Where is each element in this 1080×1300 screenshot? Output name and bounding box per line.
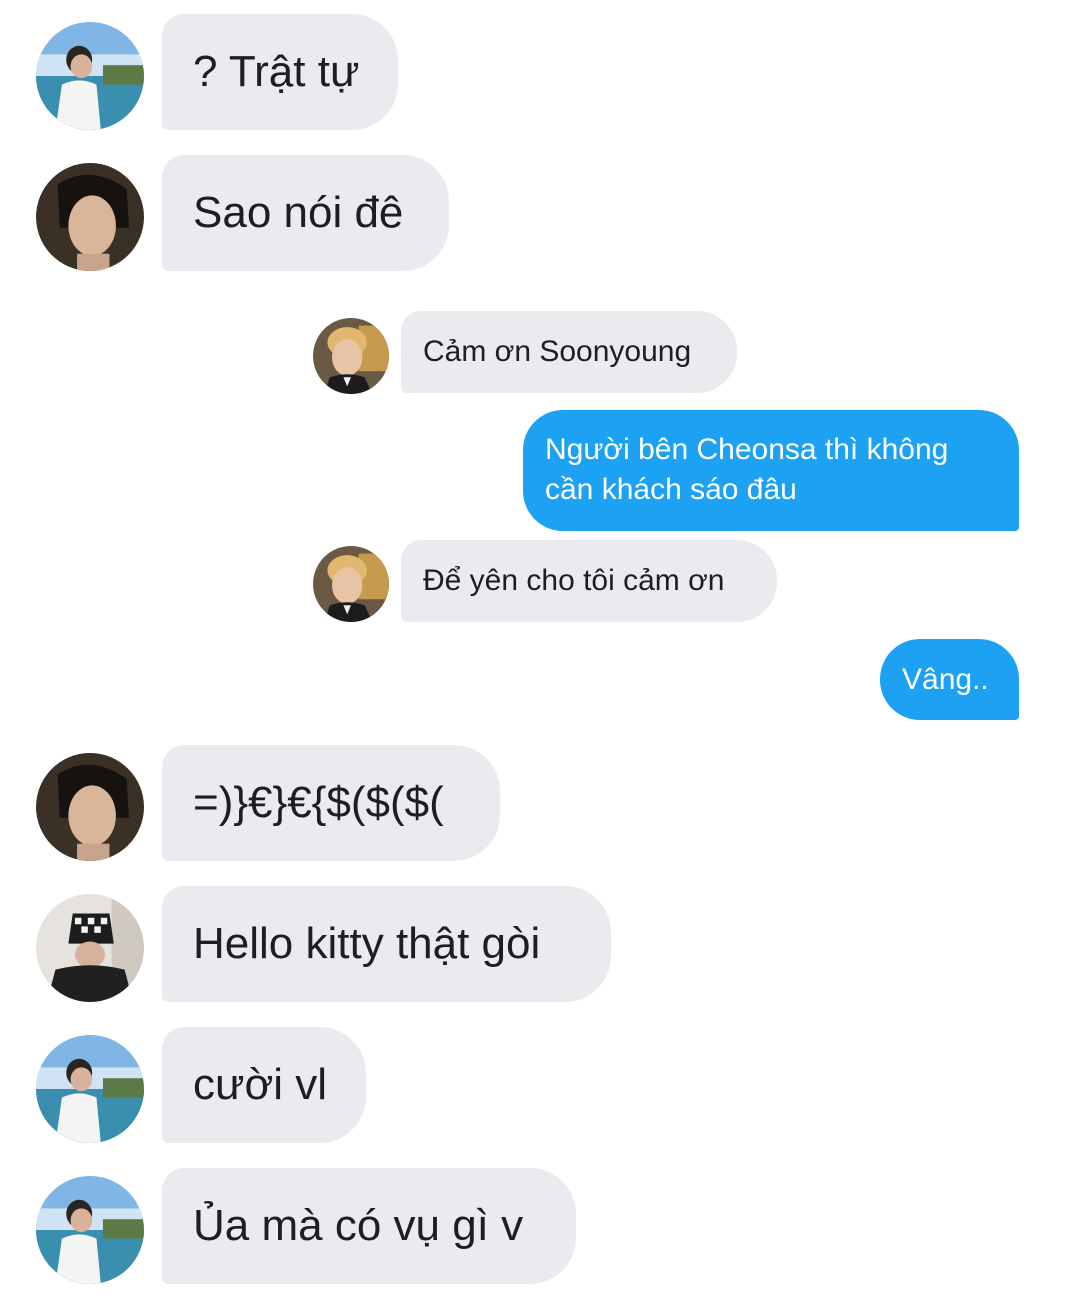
outgoing-message-bubble[interactable]: Người bên Cheonsa thì không cần khách sá… xyxy=(523,410,1019,531)
message-bubble[interactable]: cười vl xyxy=(162,1027,366,1143)
message-text: cười vl xyxy=(193,1060,328,1109)
message-text: Người bên Cheonsa thì không cần khách sá… xyxy=(545,433,949,506)
avatar-boy-side-profile[interactable] xyxy=(36,753,144,861)
message-text: ? Trật tự xyxy=(193,47,360,96)
avatar-blond-suit[interactable] xyxy=(313,318,389,394)
avatar-boy-sea-photo[interactable] xyxy=(36,1176,144,1284)
message-bubble[interactable]: =)}€}€{$($($( xyxy=(162,745,500,861)
message-bubble[interactable]: ? Trật tự xyxy=(162,14,398,130)
avatar-boy-sea-photo[interactable] xyxy=(36,22,144,130)
message-bubble[interactable]: Cảm ơn Soonyoung xyxy=(401,311,737,393)
message-text: Vâng.. xyxy=(902,662,989,696)
message-bubble[interactable]: Ủa mà có vụ gì v xyxy=(162,1168,576,1284)
message-text: Sao nói đê xyxy=(193,188,404,237)
message-text: =)}€}€{$($($( xyxy=(193,778,444,827)
message-text: Hello kitty thật gòi xyxy=(193,919,541,968)
message-text: Cảm ơn Soonyoung xyxy=(423,335,692,368)
message-text: Ủa mà có vụ gì v xyxy=(193,1201,524,1250)
outgoing-message-bubble[interactable]: Vâng.. xyxy=(880,639,1019,720)
avatar-checkered-hat[interactable] xyxy=(36,894,144,1002)
avatar-boy-side-profile[interactable] xyxy=(36,163,144,271)
message-bubble[interactable]: Hello kitty thật gòi xyxy=(162,886,611,1002)
message-text: Để yên cho tôi cảm ơn xyxy=(423,564,725,597)
message-bubble[interactable]: Sao nói đê xyxy=(162,155,449,271)
message-bubble[interactable]: Để yên cho tôi cảm ơn xyxy=(401,540,777,622)
avatar-blond-suit[interactable] xyxy=(313,546,389,622)
avatar-boy-sea-photo[interactable] xyxy=(36,1035,144,1143)
